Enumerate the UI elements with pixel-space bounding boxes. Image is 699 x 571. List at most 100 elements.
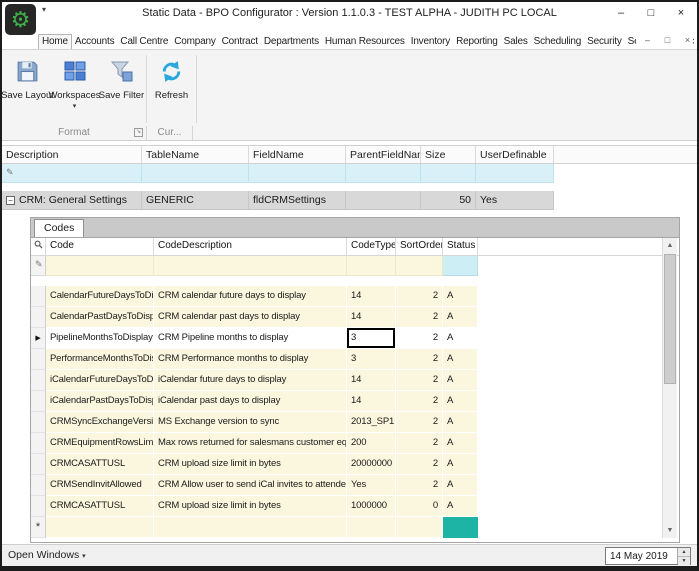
ribbon-tab-security[interactable]: Security [584, 35, 625, 49]
column-header-size[interactable]: Size [421, 146, 476, 163]
cell-code[interactable]: iCalendarPastDaysToDisplay [46, 391, 154, 412]
new-cell-codetype[interactable] [347, 517, 396, 538]
cell-codedescription[interactable]: CRM Allow user to send iCal invites to a… [154, 475, 347, 496]
collapse-row-icon[interactable]: − [6, 196, 15, 205]
detail-grid-row[interactable]: ▶ CRMSendInvitAllowed CRM Allow user to … [31, 475, 679, 496]
ribbon-tab-company[interactable]: Company [171, 35, 218, 49]
cell-sortorder[interactable]: 2 [396, 370, 443, 391]
refresh-button[interactable]: Refresh [148, 52, 195, 126]
search-icon[interactable] [31, 238, 46, 255]
cell-codetype[interactable]: 200 [347, 433, 396, 454]
master-cell-tablename[interactable]: GENERIC [142, 191, 249, 210]
detail-grid-row[interactable]: ▶ CRMCASATTUSL CRM upload size limit in … [31, 454, 679, 475]
cell-codedescription[interactable]: iCalendar future days to display [154, 370, 347, 391]
master-cell-size[interactable]: 50 [421, 191, 476, 210]
date-picker[interactable]: 14 May 2019 ▲ ▼ [605, 547, 691, 565]
filter-cell-fieldname[interactable] [249, 164, 346, 183]
master-cell-userdefinable[interactable]: Yes [476, 191, 554, 210]
cell-status[interactable]: A [443, 454, 478, 475]
cell-codedescription[interactable]: CRM Performance months to display [154, 349, 347, 370]
new-cell-sortorder[interactable] [396, 517, 443, 538]
cell-status[interactable]: A [443, 412, 478, 433]
cell-codetype[interactable]: 14 [347, 370, 396, 391]
column-header-parentfieldname[interactable]: ParentFieldName [346, 146, 421, 163]
ribbon-tab-reporting[interactable]: Reporting [453, 35, 501, 49]
filter-cell-code[interactable] [46, 256, 154, 276]
filter-cell-parentfieldname[interactable] [346, 164, 421, 183]
new-cell-code[interactable] [46, 517, 154, 538]
cell-code[interactable]: CRMEquipmentRowsLimit [46, 433, 154, 454]
new-cell-status[interactable] [443, 517, 478, 538]
spinner-down-icon[interactable]: ▼ [678, 557, 690, 565]
save-layout-button[interactable]: Save Layout [4, 52, 51, 126]
cell-codetype[interactable]: 14 [347, 307, 396, 328]
new-cell-codedescription[interactable] [154, 517, 347, 538]
cell-code[interactable]: PerformanceMonthsToDisplay [46, 349, 154, 370]
cell-codetype[interactable]: 3 [347, 328, 396, 349]
detail-grid-row[interactable]: ▶ CalendarFutureDaysToDisplay CRM calend… [31, 286, 679, 307]
tab-codes[interactable]: Codes [34, 219, 84, 237]
cell-status[interactable]: A [443, 475, 478, 496]
scroll-down-icon[interactable]: ▼ [663, 523, 677, 538]
cell-sortorder[interactable]: 2 [396, 328, 443, 349]
master-row[interactable]: − CRM: General Settings GENERIC fldCRMSe… [2, 191, 697, 210]
detail-grid-row[interactable]: ▶ CalendarPastDaysToDisplay CRM calendar… [31, 307, 679, 328]
ribbon-tab-human-resources[interactable]: Human Resources [322, 35, 408, 49]
cell-codedescription[interactable]: CRM upload size limit in bytes [154, 454, 347, 475]
minimize-button[interactable]: – [613, 6, 629, 21]
scrollbar-thumb[interactable] [664, 254, 676, 384]
mdi-restore-button[interactable]: □ [662, 35, 673, 45]
spinner-up-icon[interactable]: ▲ [678, 548, 690, 557]
cell-status[interactable]: A [443, 349, 478, 370]
close-button[interactable]: × [673, 6, 689, 21]
save-filter-button[interactable]: Save Filter [98, 52, 145, 126]
detail-grid-row[interactable]: ▶ PerformanceMonthsToDisplay CRM Perform… [31, 349, 679, 370]
cell-sortorder[interactable]: 2 [396, 475, 443, 496]
column-header-userdefinable[interactable]: UserDefinable [476, 146, 554, 163]
cell-codetype[interactable]: 20000000 [347, 454, 396, 475]
cell-codedescription[interactable]: Max rows returned for salesmans customer… [154, 433, 347, 454]
detail-new-row[interactable]: * [31, 517, 679, 538]
ribbon-tab-home[interactable]: Home [38, 34, 72, 49]
column-header-fieldname[interactable]: FieldName [249, 146, 346, 163]
cell-sortorder[interactable]: 2 [396, 412, 443, 433]
mdi-minimize-button[interactable]: – [642, 35, 653, 45]
filter-cell-tablename[interactable] [142, 164, 249, 183]
cell-status[interactable]: A [443, 496, 478, 517]
column-header-description[interactable]: Description [2, 146, 142, 163]
cell-code[interactable]: PipelineMonthsToDisplay [46, 328, 154, 349]
ribbon-tab-departments[interactable]: Departments [261, 35, 322, 49]
filter-edit-icon[interactable]: ✎ [31, 256, 46, 276]
cell-codedescription[interactable]: CRM calendar past days to display [154, 307, 347, 328]
filter-cell-sortorder[interactable] [396, 256, 443, 276]
cell-sortorder[interactable]: 0 [396, 496, 443, 517]
column-header-code[interactable]: Code [46, 238, 154, 255]
workspaces-button[interactable]: Workspaces ▾ [51, 52, 98, 126]
cell-sortorder[interactable]: 2 [396, 391, 443, 412]
maximize-button[interactable]: □ [643, 6, 659, 21]
cell-codetype[interactable]: 2013_SP1 [347, 412, 396, 433]
cell-sortorder[interactable]: 2 [396, 433, 443, 454]
cell-codetype[interactable]: 14 [347, 391, 396, 412]
cell-status[interactable]: A [443, 391, 478, 412]
cell-code[interactable]: CRMCASATTUSL [46, 496, 154, 517]
column-header-status[interactable]: Status [443, 238, 478, 255]
filter-cell-size[interactable] [421, 164, 476, 183]
cell-code[interactable]: CalendarFutureDaysToDisplay [46, 286, 154, 307]
cell-codetype[interactable]: Yes [347, 475, 396, 496]
cell-codetype[interactable]: 14 [347, 286, 396, 307]
open-windows-button[interactable]: Open Windows ▾ [8, 549, 86, 561]
cell-code[interactable]: CRMSendInvitAllowed [46, 475, 154, 496]
cell-code[interactable]: CRMSyncExchangeVersion [46, 412, 154, 433]
cell-status[interactable]: A [443, 307, 478, 328]
date-value[interactable]: 14 May 2019 [606, 548, 677, 564]
filter-cell-codedescription[interactable] [154, 256, 347, 276]
vertical-scrollbar[interactable]: ▲ ▼ [662, 238, 677, 538]
filter-cell-description[interactable]: ✎ [2, 164, 142, 183]
cell-code[interactable]: CalendarPastDaysToDisplay [46, 307, 154, 328]
cell-sortorder[interactable]: 2 [396, 454, 443, 475]
detail-grid-row[interactable]: ▶ CRMSyncExchangeVersion MS Exchange ver… [31, 412, 679, 433]
detail-grid-row[interactable]: ▶ iCalendarFutureDaysToDisplay iCalendar… [31, 370, 679, 391]
detail-grid-row[interactable]: ▶ iCalendarPastDaysToDisplay iCalendar p… [31, 391, 679, 412]
ribbon-tab-inventory[interactable]: Inventory [408, 35, 453, 49]
